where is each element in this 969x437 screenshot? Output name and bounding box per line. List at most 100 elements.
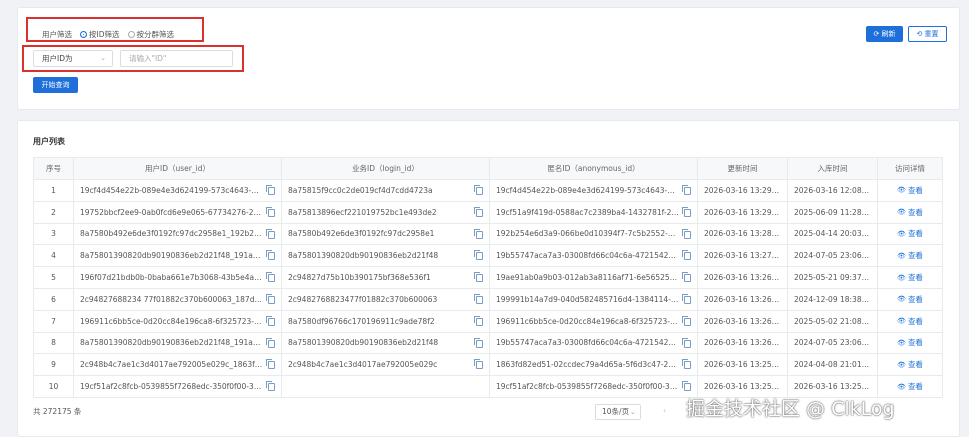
cell-index: 7 (33, 309, 74, 333)
eye-icon: 👁 (897, 295, 906, 304)
cell-visit-details: 👁 查看 (877, 309, 943, 333)
start-query-button[interactable]: 开始查询 (33, 77, 78, 93)
view-label: 查看 (907, 273, 923, 283)
view-link[interactable]: 👁 查看 (897, 294, 923, 305)
view-link[interactable]: 👁 查看 (897, 359, 923, 370)
view-link[interactable]: 👁 查看 (897, 228, 923, 239)
copy-icon[interactable] (682, 185, 691, 195)
copy-icon[interactable] (682, 359, 691, 370)
login-id-text: 8a7580b492e6de3f0192fc97dc2958e1 (288, 229, 435, 239)
user-id-text: 2c948b4c7ae1c3d4017ae792005e029c_1863f… (80, 360, 263, 370)
cell-anonymous-id: 19ae91ab0a9b03-012ab3a8116af71-6e56525d… (489, 266, 698, 289)
cell-stored-time: 2025-05-21 09:37:33 (787, 266, 878, 289)
cell-login-id: 2c948b4c7ae1c3d4017ae792005e029c (281, 353, 490, 377)
chevron-down-icon: ⌄ (100, 54, 106, 62)
copy-icon[interactable] (474, 185, 483, 195)
anonymous-id-text: 19b55747aca7a3-03008fd66c04c6a-47215423… (496, 338, 681, 348)
copy-icon[interactable] (474, 250, 483, 261)
cell-index: 1 (33, 179, 74, 202)
cell-visit-details: 👁 查看 (877, 266, 943, 289)
view-link[interactable]: 👁 查看 (897, 272, 923, 283)
login-id-text: 2c9482768823477f01882c370b600063 (288, 294, 438, 304)
eye-icon: 👁 (897, 360, 906, 369)
cell-anonymous-id: 1863fd82ed51-02ccdec79a4d65a-5f6d3c47-22… (489, 353, 698, 377)
cell-user-id: 2c948b4c7ae1c3d4017ae792005e029c_1863f… (73, 353, 282, 377)
copy-icon[interactable] (266, 359, 275, 370)
cell-stored-time: 2025-06-09 11:28:51 (787, 200, 878, 224)
view-label: 查看 (907, 229, 923, 239)
cell-index: 5 (33, 266, 74, 289)
view-link[interactable]: 👁 查看 (897, 250, 923, 261)
view-link[interactable]: 👁 查看 (897, 337, 923, 348)
cell-updated-time: 2026-03-16 13:26:20 (697, 309, 788, 333)
cell-index: 10 (33, 375, 74, 398)
copy-icon[interactable] (474, 206, 483, 217)
cell-updated-time: 2026-03-16 13:29:18 (697, 200, 788, 224)
copy-icon[interactable] (682, 250, 691, 261)
login-id-text: 2c94827d75b10b390175bf368e536f1 (288, 273, 431, 283)
cell-index: 6 (33, 287, 74, 311)
filter-mode-row: 用户筛选 按ID筛选 按分群筛选 (42, 29, 174, 40)
copy-icon[interactable] (266, 293, 275, 304)
copy-icon[interactable] (682, 315, 691, 326)
radio-checked-icon (80, 31, 87, 38)
copy-icon[interactable] (682, 293, 691, 304)
copy-icon[interactable] (266, 337, 275, 348)
copy-icon[interactable] (474, 272, 483, 283)
prev-page-button[interactable]: ‹ (663, 406, 666, 415)
copy-icon[interactable] (474, 359, 483, 370)
view-link[interactable]: 👁 查看 (897, 185, 923, 196)
cell-user-id: 196f07d21bdb0b-0baba661e7b3068-43b5e4a-… (73, 266, 282, 289)
copy-icon[interactable] (474, 293, 483, 304)
anonymous-id-text: 196911c6bb5ce-0d20cc84e196ca8-6f325723-… (496, 316, 678, 326)
cell-stored-time: 2024-12-09 18:38:56 (787, 287, 878, 311)
copy-icon[interactable] (682, 272, 691, 283)
cell-anonymous-id: 199991b14a7d9-040d582485716d4-1384114-… (489, 287, 698, 311)
cell-anonymous-id: 192b254e6d3a9-066be0d10394f7-7c5b2552-3… (489, 222, 698, 246)
user-id-text: 19cf51af2c8fcb-0539855f7268edc-350f0f00-… (80, 382, 266, 392)
copy-icon[interactable] (474, 337, 483, 348)
radio-filter-by-id[interactable]: 按ID筛选 (80, 29, 120, 40)
table-row: 1 19cf4d454e22b-089e4e3d624199-573c4643-2… (33, 179, 943, 202)
cell-user-id: 8a75801390820db90190836eb2d21f48_191a2… (73, 331, 282, 355)
user-id-text: 2c94827688234 77f01882c370b600063_187dc… (80, 294, 267, 304)
copy-icon[interactable] (474, 228, 483, 239)
cell-updated-time: 2026-03-16 13:27:35 (697, 244, 788, 268)
login-id-text: 8a75815f9cc0c2de019cf4d7cdd4723a (288, 185, 433, 195)
col-header-index: 序号 (33, 157, 74, 180)
copy-icon[interactable] (266, 185, 275, 195)
copy-icon[interactable] (266, 206, 275, 217)
cell-user-id: 19cf4d454e22b-089e4e3d624199-573c4643-2… (73, 179, 282, 202)
id-type-select[interactable]: 用户ID为 ⌄ (33, 50, 113, 67)
id-value-input[interactable]: 请输入"ID" (120, 50, 233, 67)
user-id-text: 19cf4d454e22b-089e4e3d624199-573c4643-2… (80, 185, 264, 195)
radio-filter-by-segment[interactable]: 按分群筛选 (127, 29, 174, 40)
view-label: 查看 (907, 207, 923, 217)
copy-icon[interactable] (682, 381, 691, 392)
reset-button[interactable]: ⟲ 重置 (908, 26, 947, 42)
cell-user-id: 8a75801390820db90190836eb2d21f48_191a2… (73, 244, 282, 268)
reset-icon: ⟲ (916, 30, 923, 38)
copy-icon[interactable] (266, 381, 275, 392)
cell-login-id: 8a75813896ecf221019752bc1e493de2 (281, 200, 490, 224)
table-header-row: 序号 用户ID（user_id） 业务ID（login_id） 匿名ID（ano… (33, 157, 943, 180)
refresh-icon: ⟳ (873, 30, 880, 38)
view-link[interactable]: 👁 查看 (897, 381, 923, 392)
col-header-login-id: 业务ID（login_id） (281, 157, 490, 180)
copy-icon[interactable] (682, 228, 691, 239)
copy-icon[interactable] (682, 206, 691, 217)
cell-updated-time: 2026-03-16 13:29:59 (697, 179, 788, 202)
eye-icon: 👁 (897, 229, 906, 238)
copy-icon[interactable] (682, 337, 691, 348)
copy-icon[interactable] (266, 250, 275, 261)
eye-icon: 👁 (897, 382, 906, 391)
copy-icon[interactable] (266, 315, 275, 326)
copy-icon[interactable] (266, 272, 275, 283)
copy-icon[interactable] (474, 315, 483, 326)
view-link[interactable]: 👁 查看 (897, 316, 923, 327)
view-link[interactable]: 👁 查看 (897, 207, 923, 218)
cell-stored-time: 2025-05-02 21:08:01 (787, 309, 878, 333)
refresh-button[interactable]: ⟳ 刷新 (866, 26, 903, 42)
page-size-select[interactable]: 10条/页 ⌄ (595, 404, 641, 420)
copy-icon[interactable] (266, 228, 275, 239)
